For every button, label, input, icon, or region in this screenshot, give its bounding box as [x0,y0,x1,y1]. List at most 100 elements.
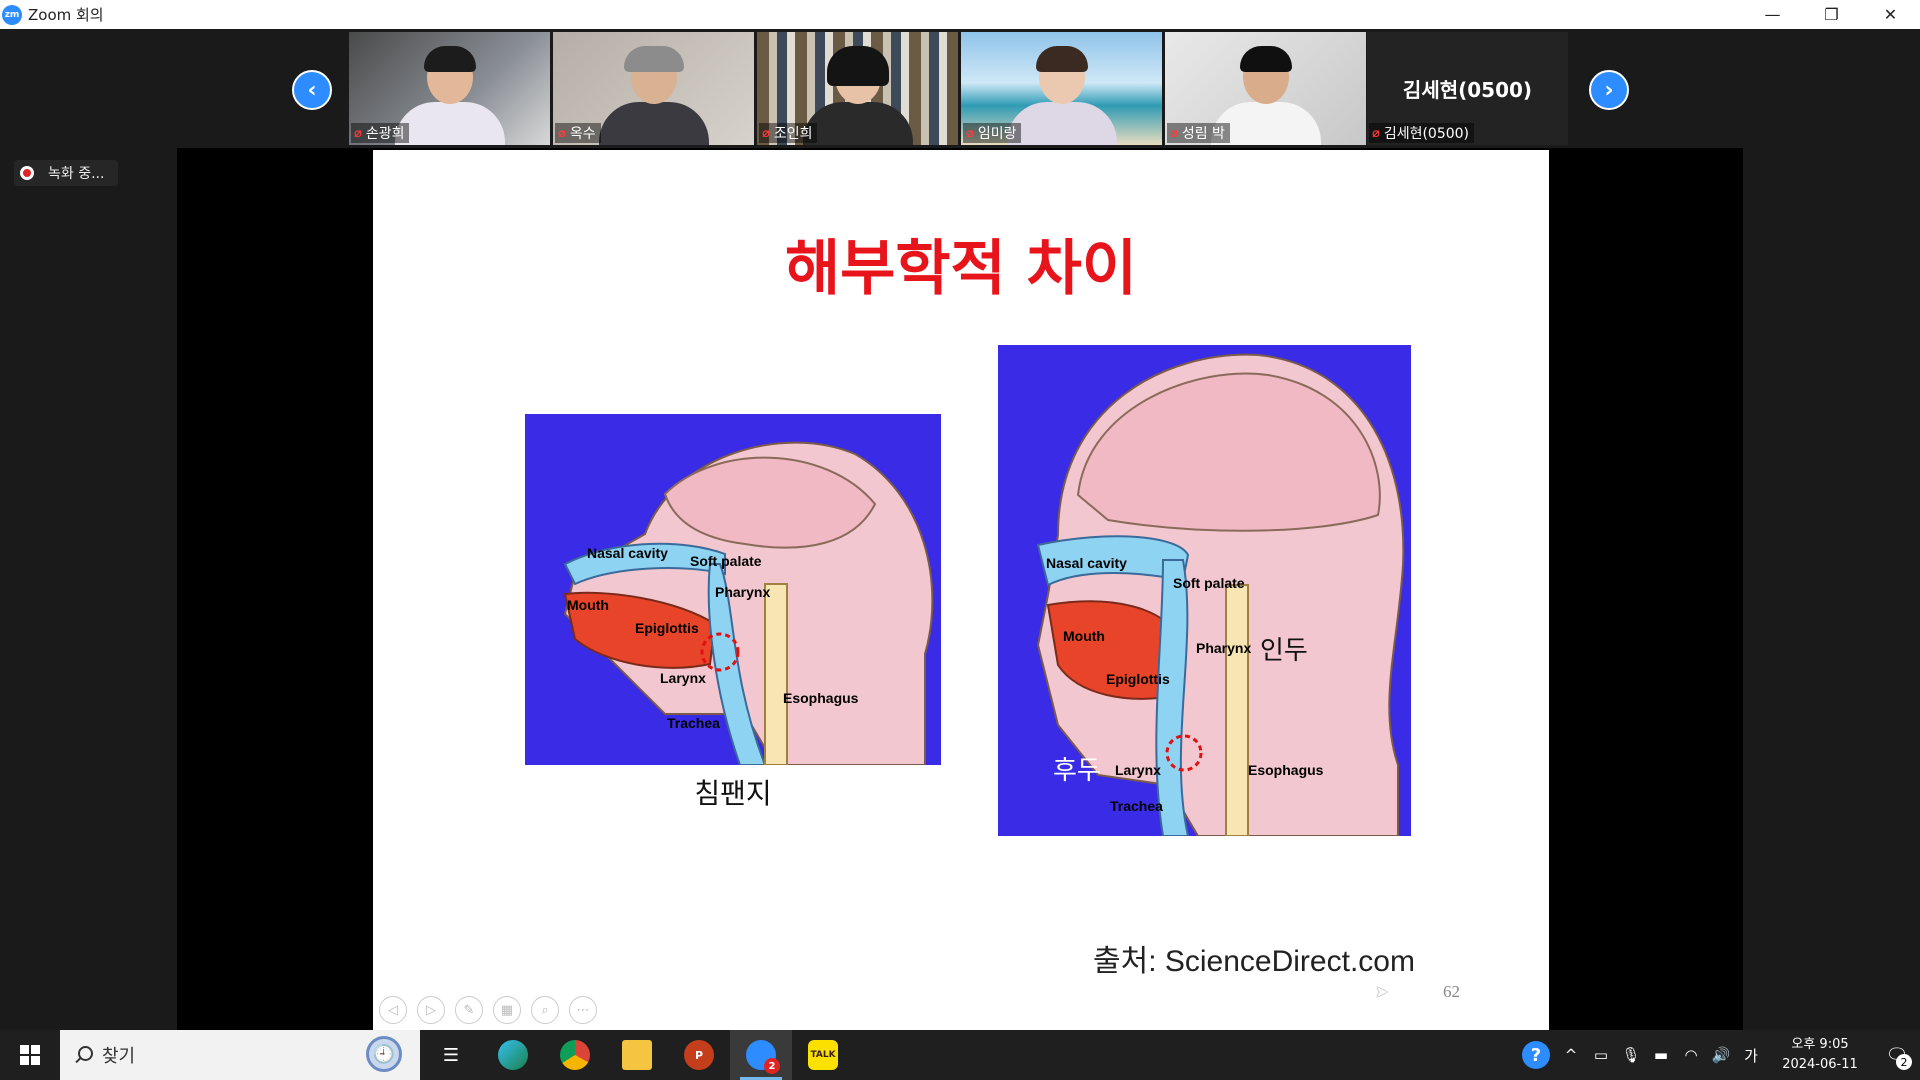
microphone-icon[interactable]: 🎙 [1616,1046,1646,1064]
participant-tile[interactable]: ⌀ 조인희 [757,32,958,145]
more-options-icon[interactable]: ⋯ [569,996,597,1024]
label-nasal-cavity: Nasal cavity [1046,555,1127,571]
chimpanzee-anatomy-image: Nasal cavity Soft palate Pharynx Mouth E… [525,414,941,765]
mic-muted-icon: ⌀ [762,125,770,141]
slides-grid-icon[interactable]: ▦ [493,996,521,1024]
label-trachea: Trachea [667,715,720,731]
mic-muted-icon: ⌀ [558,125,566,141]
label-epiglottis: Epiglottis [1106,671,1170,687]
label-trachea: Trachea [1110,798,1163,814]
windows-logo-icon [20,1045,40,1065]
search-highlight-clock-icon[interactable]: 🕘 [366,1036,402,1072]
zoom-badge: 2 [764,1058,780,1074]
system-tray: ? ^ ▭ 🎙 ▬ ◠ 🔊 가 오후 9:05 2024-06-11 🗨 2 [1522,1030,1920,1080]
notification-count-badge: 2 [1896,1054,1912,1070]
folder-icon [622,1040,652,1070]
participant-tile[interactable]: ⌀ 옥수 [553,32,754,145]
next-slide-icon[interactable]: ▷ [417,996,445,1024]
mic-muted-icon: ⌀ [354,125,362,141]
chimpanzee-caption: 침팬지 [694,777,772,810]
show-hidden-icons-chevron-icon[interactable]: ^ [1556,1046,1586,1064]
taskbar-app-edge[interactable] [482,1030,544,1080]
zoom-icon[interactable]: ⌕ [531,996,559,1024]
recording-indicator[interactable]: 녹화 중... [14,160,119,186]
start-button[interactable] [0,1030,60,1080]
participant-name: 김세현(0500) [1383,126,1470,142]
mic-muted-icon: ⌀ [1170,125,1178,141]
participant-name: 성림 박 [1181,126,1225,142]
next-page-button[interactable]: › [1589,70,1629,110]
volume-icon[interactable]: 🔊 [1706,1046,1736,1064]
label-mouth: Mouth [567,597,609,613]
previous-page-button[interactable]: ‹ [292,70,332,110]
search-icon [74,1046,93,1064]
participant-tile[interactable]: ⌀ 성림 박 [1165,32,1366,145]
taskbar-app-file-explorer[interactable] [606,1030,668,1080]
korean-label-larynx: 후두 [1053,756,1101,786]
battery-icon[interactable]: ▬ [1646,1046,1676,1064]
taskbar-app-chrome[interactable] [544,1030,606,1080]
shared-screen: 해부학적 차이 Nasal cavity Soft palate Pharynx… [177,148,1743,1030]
label-epiglottis: Epiglottis [635,620,699,636]
edge-icon [498,1040,528,1070]
zoom-logo-icon: zm [2,4,22,25]
participant-name: 임미랑 [977,126,1017,142]
participant-name: 손광희 [365,126,405,142]
help-icon[interactable]: ? [1522,1041,1550,1069]
ime-indicator[interactable]: 가 [1736,1045,1766,1066]
notification-center-button[interactable]: 🗨 2 [1874,1030,1920,1080]
source-citation: 출처: ScienceDirect.com [1093,945,1415,978]
restore-button[interactable]: ❐ [1802,0,1861,29]
participant-tile[interactable]: 김세현(0500) ⌀ 김세현(0500) [1367,32,1568,145]
clock-date: 2024-06-11 [1782,1057,1858,1072]
task-view-button[interactable]: ☰ [420,1030,482,1080]
slide-page-number: 62 [1443,982,1460,1001]
taskbar-search-box[interactable]: 찾기 🕘 [60,1030,420,1080]
taskbar-app-zoom[interactable]: 2 [730,1030,792,1080]
clock-time: 오후 9:05 [1791,1037,1849,1052]
participant-strip: ‹ ⌀ 손광희 ⌀ 옥수 ⌀ 조인희 ⌀ 임미랑 ⌀ 성림 박 김세현(0500) [0,29,1920,148]
label-soft-palate: Soft palate [690,553,762,569]
participant-display-name: 김세현(0500) [1402,78,1533,102]
meet-now-icon[interactable]: ▭ [1586,1046,1616,1064]
chrome-icon [560,1040,590,1070]
human-anatomy-image: Nasal cavity Soft palate Mouth Pharynx 인… [998,345,1411,836]
zoom-app-icon: 2 [746,1040,780,1074]
taskbar: 찾기 🕘 ☰ P 2 TALK ? ^ ▭ 🎙 ▬ ◠ 🔊 가 오후 9:05 … [0,1030,1920,1080]
title-bar: zm Zoom 회의 — ❐ ✕ [0,0,1920,29]
label-pharynx: Pharynx [1196,640,1252,656]
slide-title: 해부학적 차이 [784,234,1138,304]
label-esophagus: Esophagus [783,690,859,706]
mouse-cursor-icon: ➤ [1375,982,1389,1001]
close-button[interactable]: ✕ [1861,0,1920,29]
participant-tile[interactable]: ⌀ 손광희 [349,32,550,145]
system-clock[interactable]: 오후 9:05 2024-06-11 [1774,1035,1866,1075]
taskbar-app-kakaotalk[interactable]: TALK [792,1030,854,1080]
participant-name: 옥수 [569,126,596,142]
pen-icon[interactable]: ✎ [455,996,483,1024]
taskbar-app-powerpoint[interactable]: P [668,1030,730,1080]
label-soft-palate: Soft palate [1173,575,1245,591]
window-title: Zoom 회의 [28,6,104,24]
label-larynx: Larynx [1115,762,1161,778]
previous-slide-icon[interactable]: ◁ [379,996,407,1024]
label-pharynx: Pharynx [715,584,771,600]
label-esophagus: Esophagus [1248,762,1324,778]
participant-tile[interactable]: ⌀ 임미랑 [961,32,1162,145]
slideshow-controls: ◁ ▷ ✎ ▦ ⌕ ⋯ [379,996,597,1024]
presentation-slide: 해부학적 차이 Nasal cavity Soft palate Pharynx… [373,150,1549,1030]
mic-muted-icon: ⌀ [1372,125,1380,141]
korean-label-pharynx: 인두 [1260,636,1308,666]
record-icon [20,166,34,180]
task-view-icon: ☰ [442,1044,460,1066]
kakaotalk-icon: TALK [808,1040,838,1070]
minimize-button[interactable]: — [1743,0,1802,29]
mic-muted-icon: ⌀ [966,125,974,141]
search-placeholder: 찾기 [102,1046,136,1067]
recording-label: 녹화 중... [48,166,105,182]
label-larynx: Larynx [660,670,706,686]
label-mouth: Mouth [1063,628,1105,644]
powerpoint-icon: P [684,1040,714,1070]
participant-name: 조인희 [773,126,813,142]
wifi-icon[interactable]: ◠ [1676,1046,1706,1064]
